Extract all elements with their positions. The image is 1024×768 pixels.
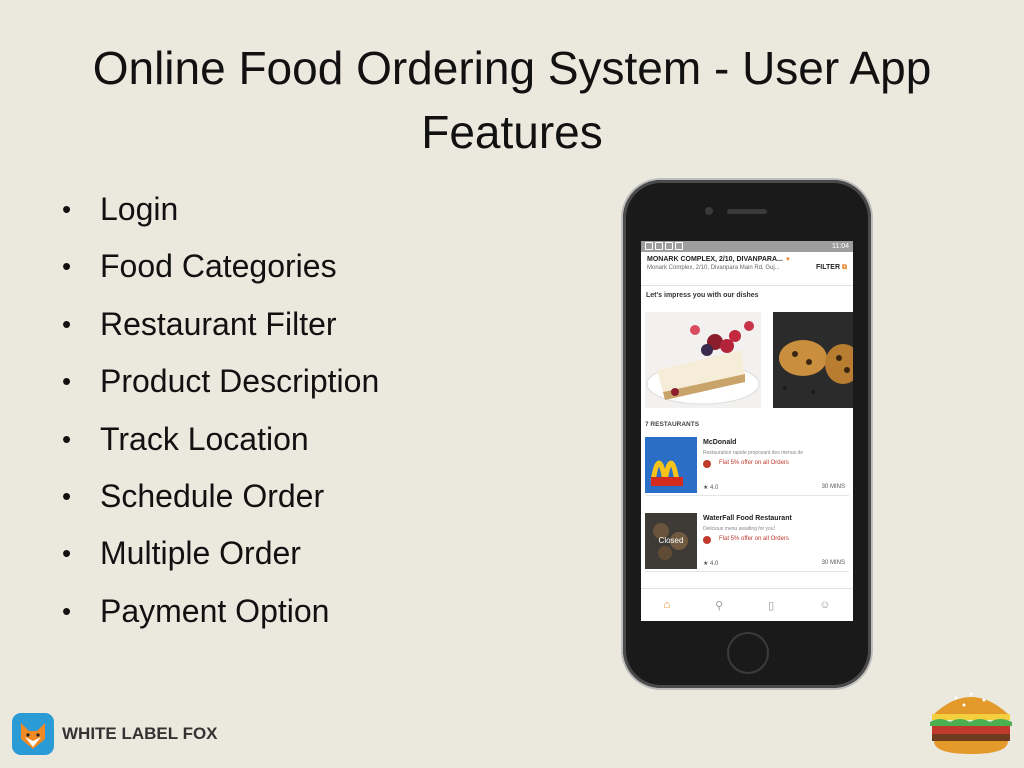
delivery-time: 30 MINS xyxy=(821,484,845,490)
restaurant-card[interactable]: McDonald Restauration rapide proposant d… xyxy=(645,429,849,496)
feature-label: Payment Option xyxy=(100,592,330,629)
rating: ★ 4.0 xyxy=(703,485,719,491)
feature-item: • Food Categories xyxy=(58,243,379,300)
brand-name: WHITE LABEL FOX xyxy=(62,724,218,743)
dish-card-cookies[interactable] xyxy=(773,312,853,408)
restaurant-thumbnail: Closed xyxy=(645,513,697,569)
cheesecake-image xyxy=(645,312,761,408)
feature-item: • Login xyxy=(58,186,379,243)
search-icon[interactable]: ⚲ xyxy=(715,599,723,612)
address-title: MONARK COMPLEX, 2/10, DIVANPARA... xyxy=(647,256,783,263)
rating: ★ 4.0 xyxy=(703,561,719,567)
chevron-down-icon: ▼ xyxy=(784,257,791,263)
delivery-time: 30 MINS xyxy=(821,560,845,566)
camera xyxy=(705,207,713,215)
status-time: 11:04 xyxy=(832,243,849,250)
profile-icon[interactable]: ☺ xyxy=(819,599,830,611)
burger-icon xyxy=(926,680,1016,760)
status-bar: 11:04 xyxy=(641,241,853,252)
bullet: • xyxy=(62,194,72,224)
restaurant-card[interactable]: Closed WaterFall Food Restaurant Delicio… xyxy=(645,505,849,572)
restaurant-desc: Restauration rapide proposant des menus … xyxy=(703,450,804,456)
feature-label: Product Description xyxy=(100,363,380,400)
speaker xyxy=(727,209,767,214)
feature-item: • Track Location xyxy=(58,416,379,473)
feature-label: Food Categories xyxy=(100,248,337,285)
feature-item: • Multiple Order xyxy=(58,530,379,587)
mcdonalds-image xyxy=(645,437,697,493)
feature-label: Schedule Order xyxy=(100,477,325,514)
bullet: • xyxy=(62,308,72,339)
closed-label: Closed xyxy=(645,513,697,569)
phone-mockup: 11:04 MONARK COMPLEX, 2/10, DIVANPARA...… xyxy=(623,180,871,688)
feature-item: • Schedule Order xyxy=(58,473,379,530)
cookies-image xyxy=(773,312,853,408)
restaurant-name: WaterFall Food Restaurant xyxy=(703,515,792,522)
bullet: • xyxy=(62,366,72,397)
offer-text: Flat 5% offer on all Orders xyxy=(719,460,789,466)
filter-button[interactable]: FILTER ⧉ xyxy=(816,264,847,272)
feature-label: Login xyxy=(100,191,179,227)
orders-icon[interactable]: ▯ xyxy=(768,599,774,612)
filter-label: FILTER xyxy=(816,264,840,271)
feature-label: Restaurant Filter xyxy=(100,305,337,342)
notification-icons xyxy=(645,241,685,252)
home-button xyxy=(727,632,769,674)
fox-icon xyxy=(12,713,54,755)
restaurant-desc: Delicious menu awaiting for you! xyxy=(703,526,775,532)
dish-card-cheesecake[interactable] xyxy=(645,312,761,408)
offer-icon xyxy=(703,536,711,544)
restaurants-count: 7 RESTAURANTS xyxy=(645,421,700,428)
bullet: • xyxy=(62,423,72,454)
bullet: • xyxy=(62,538,72,569)
address-bar[interactable]: MONARK COMPLEX, 2/10, DIVANPARA... ▼ Mona… xyxy=(641,252,853,286)
brand-logo: WHITE LABEL FOX xyxy=(12,713,218,755)
offer-text: Flat 5% offer on all Orders xyxy=(719,536,789,542)
home-icon[interactable]: ⌂ xyxy=(663,599,670,611)
bottom-tab-bar: ⌂ ⚲ ▯ ☺ xyxy=(641,588,853,621)
bullet: • xyxy=(62,595,72,626)
dishes-carousel[interactable] xyxy=(645,312,853,408)
filter-icon: ⧉ xyxy=(842,264,847,271)
slide-title: Online Food Ordering System - User App F… xyxy=(92,42,932,158)
feature-label: Track Location xyxy=(100,420,309,457)
offer-icon xyxy=(703,460,711,468)
restaurant-thumbnail xyxy=(645,437,697,493)
feature-list: • Login • Food Categories • Restaurant Filt… xyxy=(58,186,379,645)
dishes-heading: Let's impress you with our dishes xyxy=(646,292,759,299)
bullet: • xyxy=(62,480,72,511)
bullet: • xyxy=(62,251,72,282)
app-screen: 11:04 MONARK COMPLEX, 2/10, DIVANPARA...… xyxy=(641,241,853,621)
restaurant-name: McDonald xyxy=(703,439,737,446)
feature-item: • Payment Option xyxy=(58,588,379,645)
feature-label: Multiple Order xyxy=(100,535,301,572)
feature-item: • Restaurant Filter xyxy=(58,301,379,358)
feature-item: • Product Description xyxy=(58,358,379,415)
